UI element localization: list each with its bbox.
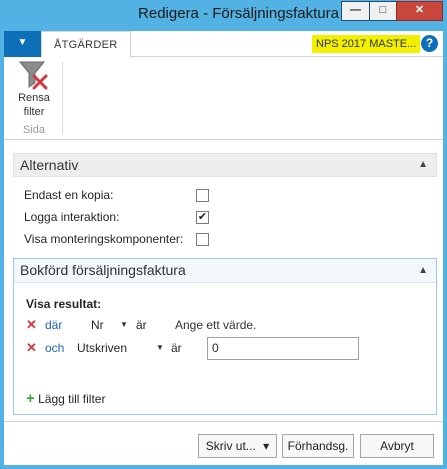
dialog-client: ▼ ÅTGÄRDER NPS 2017 MASTE... ? Rensa fil… <box>4 31 443 465</box>
option-label: Logga interaktion: <box>24 210 120 224</box>
dialog-footer: Skriv ut... ▾ Förhandsg. Avbryt <box>4 421 443 465</box>
chevron-down-icon[interactable]: ▼ <box>156 337 164 359</box>
options-section-header[interactable]: Alternativ ▲ <box>13 153 437 177</box>
filter-section-title: Bokförd försäljningsfaktura <box>20 262 186 278</box>
show-assembly-components-checkbox[interactable] <box>196 233 209 246</box>
ribbon-tabbar: ▼ ÅTGÄRDER NPS 2017 MASTE... ? <box>4 31 443 58</box>
filter-value-hint[interactable]: Ange ett värde. <box>175 314 256 336</box>
filter-operator: är <box>136 318 147 332</box>
add-filter-link[interactable]: + Lägg till filter <box>26 391 105 407</box>
filter-row: ✕ där Nr ▼ är Ange ett värde. <box>26 314 426 336</box>
print-button[interactable]: Skriv ut... ▾ <box>198 434 277 458</box>
filter-row: ✕ och Utskriven ▼ är 0 <box>26 337 426 360</box>
single-copy-checkbox[interactable] <box>196 189 209 202</box>
ribbon-body: Rensa filter Sida <box>4 58 443 140</box>
print-button-label: Skriv ut... <box>205 439 256 453</box>
options-section-title: Alternativ <box>20 157 79 173</box>
minimize-button[interactable]: — <box>341 1 370 21</box>
show-results-label: Visa resultat: <box>26 297 102 311</box>
option-label: Visa monteringskomponenter: <box>24 232 184 246</box>
option-label: Endast en kopia: <box>24 188 114 202</box>
clear-filter-icon <box>18 61 48 90</box>
chevron-down-icon[interactable]: ▼ <box>120 314 128 336</box>
ribbon-separator <box>62 62 63 134</box>
app-menu-button[interactable]: ▼ <box>4 31 41 57</box>
filter-field-select[interactable]: Utskriven <box>77 337 127 359</box>
filter-section: Bokförd försäljningsfaktura ▲ Visa resul… <box>13 258 437 415</box>
log-interaction-checkbox[interactable]: ✔ <box>196 211 209 224</box>
dialog-window: Redigera - Försäljningsfaktura — □ ✕ ▼ Å… <box>0 0 447 469</box>
title-bar: Redigera - Försäljningsfaktura — □ ✕ <box>0 0 447 31</box>
help-icon[interactable]: ? <box>421 35 438 52</box>
filter-section-header[interactable]: Bokförd försäljningsfaktura ▲ <box>14 259 436 283</box>
filter-field-select[interactable]: Nr <box>91 314 104 336</box>
filter-conjunction: där <box>45 318 63 332</box>
chevron-up-icon[interactable]: ▲ <box>418 154 428 176</box>
chevron-up-icon[interactable]: ▲ <box>418 259 428 282</box>
filter-operator: är <box>171 341 182 355</box>
add-filter-label: Lägg till filter <box>38 392 106 406</box>
filter-value-input[interactable]: 0 <box>207 337 359 360</box>
close-button[interactable]: ✕ <box>396 1 443 21</box>
clear-filter-label-1: Rensa <box>18 92 50 104</box>
tab-actions[interactable]: ÅTGÄRDER <box>41 31 131 58</box>
preview-button[interactable]: Förhandsg. <box>282 434 354 458</box>
chevron-down-icon[interactable]: ▾ <box>263 439 269 453</box>
dialog-content: Alternativ ▲ Endast en kopia: Logga inte… <box>4 141 443 421</box>
remove-filter-icon[interactable]: ✕ <box>26 314 37 336</box>
cancel-button[interactable]: Avbryt <box>360 434 434 458</box>
filter-conjunction: och <box>45 341 65 355</box>
ribbon-group-label: Sida <box>22 124 46 136</box>
company-badge[interactable]: NPS 2017 MASTE... <box>312 35 421 53</box>
add-icon: + <box>26 390 35 407</box>
remove-filter-icon[interactable]: ✕ <box>26 337 37 359</box>
clear-filter-button[interactable]: Rensa filter <box>10 60 58 122</box>
clear-filter-label-2: filter <box>23 106 45 118</box>
maximize-button[interactable]: □ <box>369 1 397 21</box>
